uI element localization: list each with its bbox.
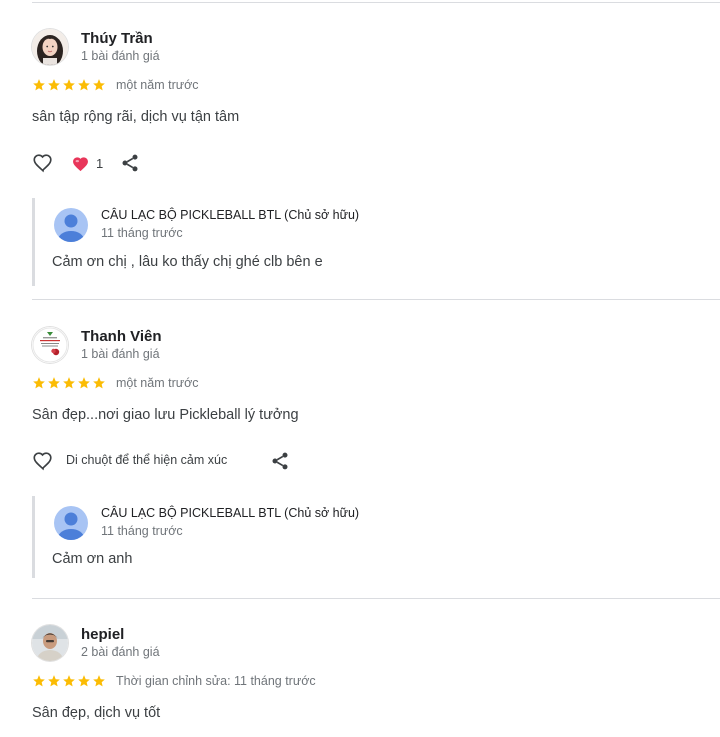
star-icon [32,376,46,390]
review-time: một năm trước [116,78,199,92]
share-button[interactable] [120,153,140,173]
heart-outline-icon [33,452,52,471]
owner-reply-time: 11 tháng trước [101,524,183,538]
like-button[interactable] [32,450,54,472]
review-text: Sân đẹp...nơi giao lưu Pickleball lý tưở… [32,407,299,423]
owner-reply-text: Cảm ơn anh [52,551,133,567]
reviewer-name[interactable]: Thúy Trần [81,30,153,47]
reviewer-name[interactable]: Thanh Viên [81,328,162,345]
owner-name: CÂU LẠC BỘ PICKLEBALL BTL (Chủ sở hữu) [101,208,360,222]
star-icon [47,78,61,92]
star-rating [32,78,106,92]
owner-response: CÂU LẠC BỘ PICKLEBALL BTL (Chủ sở hữu) 1… [32,198,632,286]
reaction-count: 1 [96,156,104,171]
heart-reaction-icon [73,157,88,172]
reviewer-review-count[interactable]: 1 bài đánh giá [81,49,160,63]
star-icon [32,674,46,688]
star-icon [62,674,76,688]
star-icon [77,674,91,688]
review-text: sân tập rộng rãi, dịch vụ tận tâm [32,109,240,125]
star-icon [92,78,106,92]
reviewer-name[interactable]: hepiel [81,626,124,643]
star-icon [62,78,76,92]
review-text: Sân đẹp, dịch vụ tốt [32,705,161,721]
review-divider [32,2,720,3]
star-icon [92,674,106,688]
reviewer-review-count[interactable]: 2 bài đánh giá [81,645,160,659]
star-icon [62,376,76,390]
star-rating [32,376,106,390]
reviewer-avatar[interactable] [32,327,68,363]
review-divider [32,598,720,599]
owner-reply-text: Cảm ơn chị , lâu ko thấy chị ghé clb bên… [52,254,323,270]
star-icon [92,376,106,390]
reviewer-review-count[interactable]: 1 bài đánh giá [81,347,160,361]
star-rating [32,674,106,688]
owner-response-bar [32,496,35,578]
reaction-hint: Di chuột để thể hiện cảm xúc [66,453,228,467]
star-icon [47,674,61,688]
reviewer-avatar[interactable] [32,29,68,65]
owner-avatar [54,208,88,242]
share-icon [272,452,288,470]
reaction-heart[interactable] [72,156,89,172]
heart-outline-icon [33,154,52,173]
owner-response-bar [32,198,35,286]
owner-name: CÂU LẠC BỘ PICKLEBALL BTL (Chủ sở hữu) [101,506,360,520]
review-divider [32,299,720,300]
star-icon [77,78,91,92]
reviewer-avatar[interactable] [32,625,68,661]
star-icon [32,78,46,92]
review-time: một năm trước [116,376,199,390]
star-icon [47,376,61,390]
like-button[interactable] [32,152,54,174]
owner-response: CÂU LẠC BỘ PICKLEBALL BTL (Chủ sở hữu) 1… [32,496,632,578]
review-time: Thời gian chỉnh sửa: 11 tháng trước [116,674,316,688]
owner-reply-time: 11 tháng trước [101,226,183,240]
share-button[interactable] [270,451,290,471]
owner-avatar [54,506,88,540]
share-icon [122,154,138,172]
star-icon [77,376,91,390]
